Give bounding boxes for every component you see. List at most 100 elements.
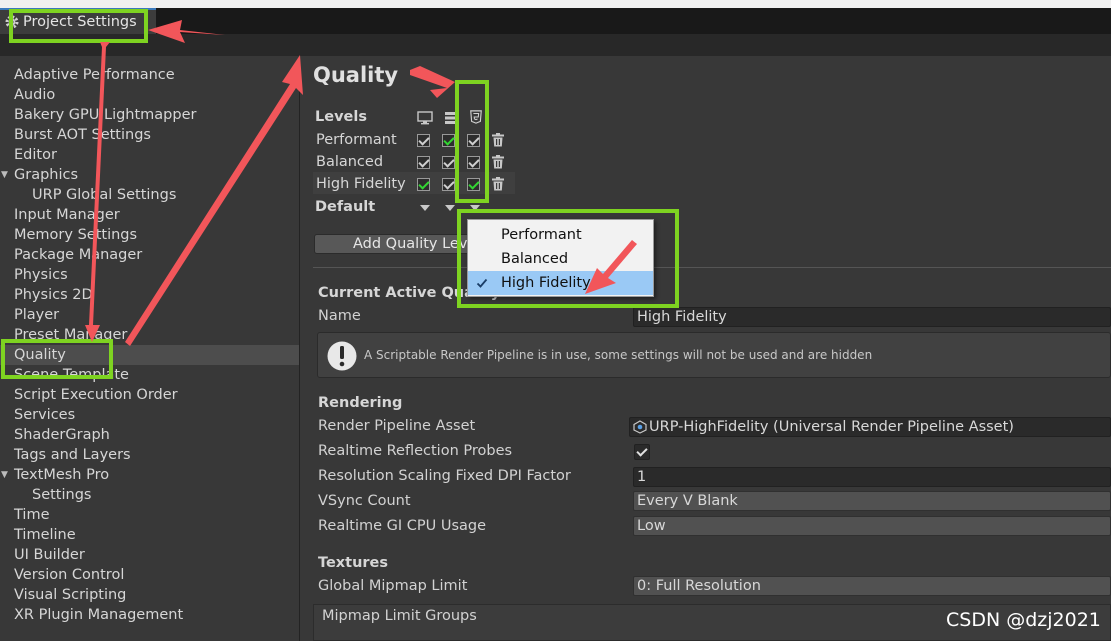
trash-icon[interactable] <box>491 133 505 147</box>
sidebar-item-label: Memory Settings <box>14 227 138 243</box>
sidebar-item-scene-template[interactable]: Scene Template <box>0 365 299 385</box>
default-label: Default <box>315 199 376 215</box>
gi-cpu-usage-dropdown[interactable]: Low <box>633 516 1111 536</box>
sidebar-item-label: Input Manager <box>14 207 120 223</box>
gear-icon <box>5 15 19 29</box>
sidebar-item-visual-scripting[interactable]: Visual Scripting <box>0 585 299 605</box>
level-platform-checkbox[interactable] <box>442 178 455 191</box>
tab-project-settings[interactable]: Project Settings <box>0 8 156 34</box>
default-level-popup: Performant Balanced High Fidelity <box>467 219 654 297</box>
popup-option-label: Performant <box>501 227 582 243</box>
sidebar-item-label: Package Manager <box>14 247 143 263</box>
level-name-performant[interactable]: Performant <box>316 132 397 148</box>
server-icon <box>445 112 457 124</box>
popup-option-performant[interactable]: Performant <box>468 223 653 247</box>
sidebar-item-burst-aot[interactable]: Burst AOT Settings <box>0 125 299 145</box>
sidebar-item-bakery[interactable]: Bakery GPU Lightmapper <box>0 105 299 125</box>
top-strip <box>0 0 1111 8</box>
default-dropdown-arrow-icon[interactable] <box>420 205 430 211</box>
level-platform-checkbox[interactable] <box>467 178 480 191</box>
sidebar-item-adaptive-performance[interactable]: Adaptive Performance <box>0 65 299 85</box>
level-platform-checkbox[interactable] <box>417 178 430 191</box>
sidebar-item-quality[interactable]: Quality <box>0 345 299 365</box>
expand-arrow-icon[interactable]: ▼ <box>1 465 8 485</box>
level-platform-checkbox[interactable] <box>417 156 430 169</box>
sidebar-item-label: XR Plugin Management <box>14 607 184 623</box>
html5-icon <box>470 110 482 124</box>
name-label: Name <box>318 308 361 324</box>
level-platform-checkbox[interactable] <box>442 134 455 147</box>
level-platform-checkbox[interactable] <box>467 134 480 147</box>
sidebar-item-label: Physics <box>14 267 68 283</box>
gi-cpu-usage-label: Realtime GI CPU Usage <box>318 518 487 534</box>
sidebar-item-script-execution-order[interactable]: Script Execution Order <box>0 385 299 405</box>
sidebar-item-input-manager[interactable]: Input Manager <box>0 205 299 225</box>
warning-icon <box>327 341 357 371</box>
default-dropdown-arrow-icon[interactable] <box>445 205 455 211</box>
sidebar-item-physics[interactable]: Physics <box>0 265 299 285</box>
sidebar-item-shadergraph[interactable]: ShaderGraph <box>0 425 299 445</box>
vsync-dropdown[interactable]: Every V Blank <box>633 491 1111 511</box>
level-platform-checkbox[interactable] <box>417 134 430 147</box>
popup-option-high-fidelity[interactable]: High Fidelity <box>468 271 653 295</box>
sidebar-item-time[interactable]: Time <box>0 505 299 525</box>
sidebar-item-timeline[interactable]: Timeline <box>0 525 299 545</box>
sidebar-item-label: Scene Template <box>14 367 129 383</box>
render-pipeline-field[interactable]: URP-HighFidelity (Universal Render Pipel… <box>629 417 1111 437</box>
pipeline-asset-icon <box>633 420 647 434</box>
sidebar-item-label: Physics 2D <box>14 287 93 303</box>
sidebar-item-label: Visual Scripting <box>14 587 127 603</box>
levels-label: Levels <box>315 109 367 125</box>
tab-bar: Project Settings <box>0 8 1111 34</box>
sidebar-item-preset-manager[interactable]: Preset Manager <box>0 325 299 345</box>
divider <box>313 267 1111 268</box>
sidebar-item-services[interactable]: Services <box>0 405 299 425</box>
sidebar-item-player[interactable]: Player <box>0 305 299 325</box>
sidebar-item-xr-plugin-management[interactable]: XR Plugin Management <box>0 605 299 625</box>
monitor-icon <box>417 111 433 125</box>
mipmap-limit-dropdown[interactable]: 0: Full Resolution <box>633 576 1111 596</box>
sidebar-item-textmesh-pro[interactable]: ▼ TextMesh Pro <box>0 465 299 485</box>
sidebar: Adaptive Performance Audio Bakery GPU Li… <box>0 56 300 641</box>
trash-icon[interactable] <box>491 177 505 191</box>
sidebar-item-version-control[interactable]: Version Control <box>0 565 299 585</box>
level-name-high-fidelity[interactable]: High Fidelity <box>316 176 406 192</box>
quality-panel: Quality Levels Performant Balanced High … <box>301 56 1111 641</box>
render-pipeline-label: Render Pipeline Asset <box>318 418 476 434</box>
sidebar-item-memory-settings[interactable]: Memory Settings <box>0 225 299 245</box>
sidebar-item-physics-2d[interactable]: Physics 2D <box>0 285 299 305</box>
sidebar-item-ui-builder[interactable]: UI Builder <box>0 545 299 565</box>
sidebar-item-package-manager[interactable]: Package Manager <box>0 245 299 265</box>
sidebar-item-label: Preset Manager <box>14 327 128 343</box>
default-dropdown-arrow-icon[interactable] <box>470 205 480 211</box>
sidebar-item-label: Timeline <box>14 527 76 543</box>
level-platform-checkbox[interactable] <box>467 156 480 169</box>
mipmap-limit-label: Global Mipmap Limit <box>318 578 468 594</box>
render-pipeline-value: URP-HighFidelity (Universal Render Pipel… <box>649 419 1014 435</box>
sidebar-item-graphics[interactable]: ▼ Graphics <box>0 165 299 185</box>
sidebar-item-audio[interactable]: Audio <box>0 85 299 105</box>
sidebar-item-label: Time <box>14 507 50 523</box>
popup-option-balanced[interactable]: Balanced <box>468 247 653 271</box>
sidebar-item-label: Script Execution Order <box>14 387 178 403</box>
sidebar-item-label: TextMesh Pro <box>14 467 110 483</box>
sidebar-item-urp-global-settings[interactable]: URP Global Settings <box>0 185 299 205</box>
toolbar <box>0 34 1111 56</box>
sidebar-item-tags-and-layers[interactable]: Tags and Layers <box>0 445 299 465</box>
expand-arrow-icon[interactable]: ▼ <box>1 165 8 185</box>
checkmark-icon <box>476 278 488 288</box>
sidebar-item-textmesh-settings[interactable]: Settings <box>0 485 299 505</box>
dpi-factor-field[interactable]: 1 <box>633 467 1111 487</box>
vsync-label: VSync Count <box>318 493 411 509</box>
name-field[interactable]: High Fidelity <box>633 307 1111 327</box>
level-platform-checkbox[interactable] <box>442 156 455 169</box>
sidebar-item-label: Graphics <box>14 167 79 183</box>
level-name-balanced[interactable]: Balanced <box>316 154 383 170</box>
textures-section-title: Textures <box>318 555 389 571</box>
add-quality-level-button[interactable]: Add Quality Level <box>314 234 482 254</box>
reflection-probes-checkbox[interactable] <box>634 444 650 460</box>
sidebar-item-label: Version Control <box>14 567 125 583</box>
mipmap-groups-label: Mipmap Limit Groups <box>322 608 477 624</box>
sidebar-item-editor[interactable]: Editor <box>0 145 299 165</box>
trash-icon[interactable] <box>491 155 505 169</box>
